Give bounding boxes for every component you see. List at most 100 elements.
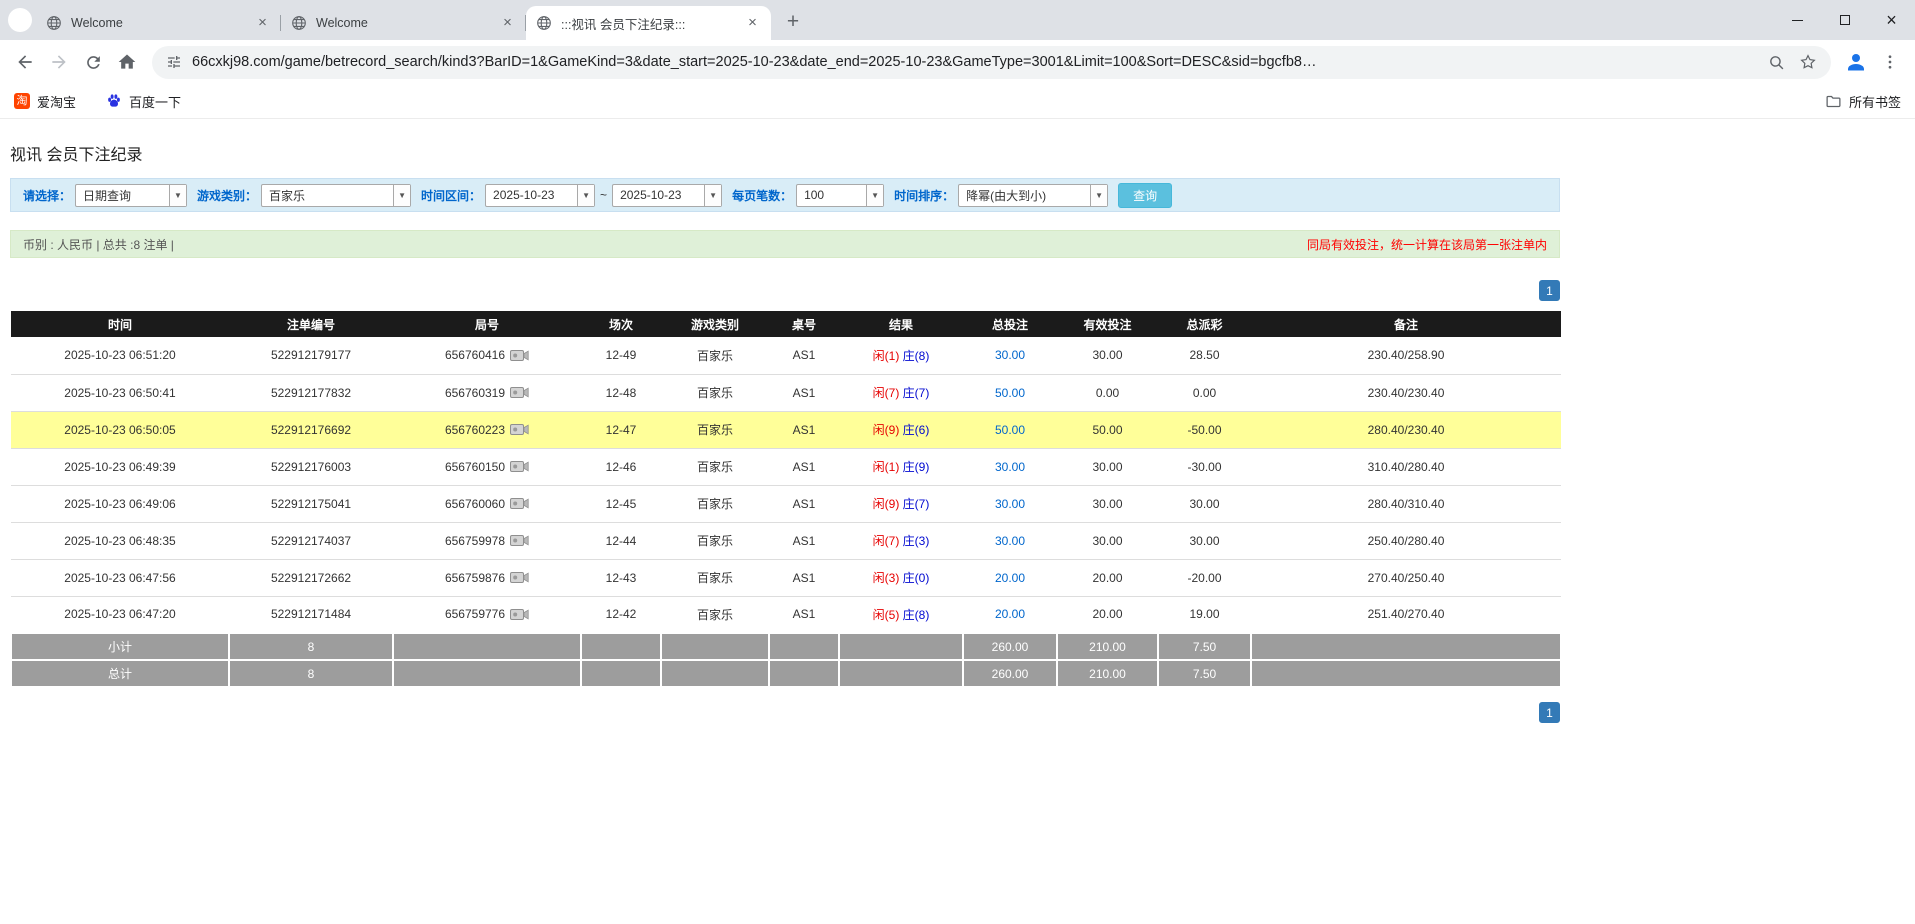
bookmark-aitaobao[interactable]: 淘 爱淘宝 [14,92,76,111]
address-bar[interactable]: 66cxkj98.com/game/betrecord_search/kind3… [152,45,1831,79]
video-camera-icon[interactable] [510,571,529,584]
tab-close-icon[interactable]: × [744,14,761,32]
grand-total-row-cell-2 [392,659,582,688]
cell-remark: 280.40/310.40 [1251,485,1561,523]
cell-session: 12-48 [581,374,661,412]
result-banker: 庄(7) [902,386,930,400]
page-content: 视讯 会员下注纪录 请选择： 日期查询 ▼ 游戏类别： 百家乐 ▼ 时间区间： … [10,141,1562,723]
table-row: 2025-10-23 06:48:35 522912174037 656759978… [11,522,1561,560]
result-player: 闲(9) [872,497,900,511]
tab-bet-records[interactable]: :::视讯 会员下注纪录::: × [526,6,771,40]
date-end-select[interactable]: 2025-10-23 ▼ [612,183,723,207]
cell-bet-id: 522912179177 [229,337,393,375]
total-bet-link[interactable]: 30.00 [995,348,1025,362]
column-header-7: 总投注 [963,311,1057,337]
query-type-label: 请选择： [23,188,72,203]
game-type-select[interactable]: 百家乐 ▼ [261,183,412,207]
all-bookmarks[interactable]: 所有书签 [1825,92,1901,111]
round-number: 656760223 [444,422,506,437]
cell-valid-bet: 30.00 [1057,337,1158,375]
video-camera-icon[interactable] [510,423,529,436]
column-header-3: 场次 [581,311,661,337]
minimize-button[interactable] [1774,0,1821,40]
cell-result: 闲(3) 庄(0) [839,559,963,597]
page-size-select[interactable]: 100 ▼ [796,183,885,207]
video-camera-icon[interactable] [510,460,529,473]
window-controls: × [1774,0,1915,40]
subtotal-row-cell-9: 7.50 [1157,632,1252,661]
subtotal-row-cell-4 [660,632,770,661]
summary-note: 同局有效投注，统一计算在该局第一张注单内 [1306,237,1547,252]
chevron-down-icon[interactable]: ▼ [704,184,722,206]
forward-button[interactable] [42,45,76,79]
total-bet-link[interactable]: 50.00 [995,386,1025,400]
back-button[interactable] [8,45,42,79]
video-camera-icon[interactable] [510,349,529,362]
cell-total-bet: 20.00 [963,559,1057,597]
round-number: 656759776 [444,607,506,622]
video-camera-icon[interactable] [510,608,529,621]
chevron-down-icon[interactable]: ▼ [577,184,595,206]
search-button[interactable]: 查询 [1118,182,1173,208]
cell-bet-id: 522912176003 [229,448,393,486]
tab-welcome-1[interactable]: Welcome × [36,6,281,40]
chevron-down-icon[interactable]: ▼ [393,184,411,206]
cell-valid-bet: 20.00 [1057,596,1158,634]
total-bet-link[interactable]: 30.00 [995,460,1025,474]
chevron-down-icon[interactable]: ▼ [1090,184,1108,206]
tab-welcome-2[interactable]: Welcome × [281,6,526,40]
cell-time: 2025-10-23 06:49:39 [11,448,229,486]
zoom-icon[interactable] [1768,54,1785,71]
grand-total-row-cell-1: 8 [228,659,394,688]
result-player: 闲(7) [872,534,900,548]
cell-round: 656759776 [393,596,581,634]
grand-total-row-cell-3 [580,659,662,688]
new-tab-button[interactable]: + [779,8,807,36]
close-button[interactable]: × [1868,0,1915,40]
reload-button[interactable] [76,45,110,79]
cell-time: 2025-10-23 06:47:20 [11,596,229,634]
grand-total-row-cell-4 [660,659,770,688]
cell-payout: 30.00 [1158,522,1251,560]
total-bet-link[interactable]: 30.00 [995,497,1025,511]
video-camera-icon[interactable] [510,497,529,510]
sort-select[interactable]: 降幂(由大到小) ▼ [958,183,1109,207]
folder-icon [1825,93,1842,110]
grand-total-row-cell-5 [768,659,840,688]
total-bet-link[interactable]: 50.00 [995,423,1025,437]
total-bet-link[interactable]: 20.00 [995,607,1025,621]
maximize-button[interactable] [1821,0,1868,40]
taobao-icon: 淘 [14,93,30,109]
cell-total-bet: 30.00 [963,522,1057,560]
tune-icon[interactable] [166,54,182,70]
video-camera-icon[interactable] [510,386,529,399]
menu-dots-icon[interactable] [1873,45,1907,79]
subtotal-row: 小计 8 260.00 210.00 7.50 [10,632,1562,661]
tab-close-icon[interactable]: × [254,14,271,32]
query-type-select[interactable]: 日期查询 ▼ [75,183,188,207]
cell-session: 12-46 [581,448,661,486]
star-icon[interactable] [1799,53,1817,71]
table-header-row: 时间 注单编号 局号 场次 游戏类别 桌号 结果 总投注 有效投注 总派彩 备注 [11,311,1561,337]
bookmark-baidu[interactable]: 百度一下 [106,92,181,111]
home-button[interactable] [110,45,144,79]
video-camera-icon[interactable] [510,534,529,547]
tab-close-icon[interactable]: × [499,14,516,32]
tab-title: Welcome [71,16,123,30]
grand-total-row-cell-6 [838,659,964,688]
result-banker: 庄(0) [902,571,930,585]
cell-bet-id: 522912175041 [229,485,393,523]
date-start-select[interactable]: 2025-10-23 ▼ [485,183,596,207]
total-bet-link[interactable]: 20.00 [995,571,1025,585]
cell-result: 闲(7) 庄(7) [839,374,963,412]
profile-icon[interactable] [1839,45,1873,79]
page-number-button[interactable]: 1 [1539,702,1560,723]
url-text[interactable]: 66cxkj98.com/game/betrecord_search/kind3… [192,54,1754,70]
page-number-button[interactable]: 1 [1539,280,1560,301]
subtotal-row-cell-2 [392,632,582,661]
baidu-paw-icon [106,93,122,109]
total-bet-link[interactable]: 30.00 [995,534,1025,548]
chevron-down-icon[interactable]: ▼ [866,184,884,206]
chevron-down-icon[interactable]: ▼ [169,184,187,206]
cell-total-bet: 50.00 [963,374,1057,412]
